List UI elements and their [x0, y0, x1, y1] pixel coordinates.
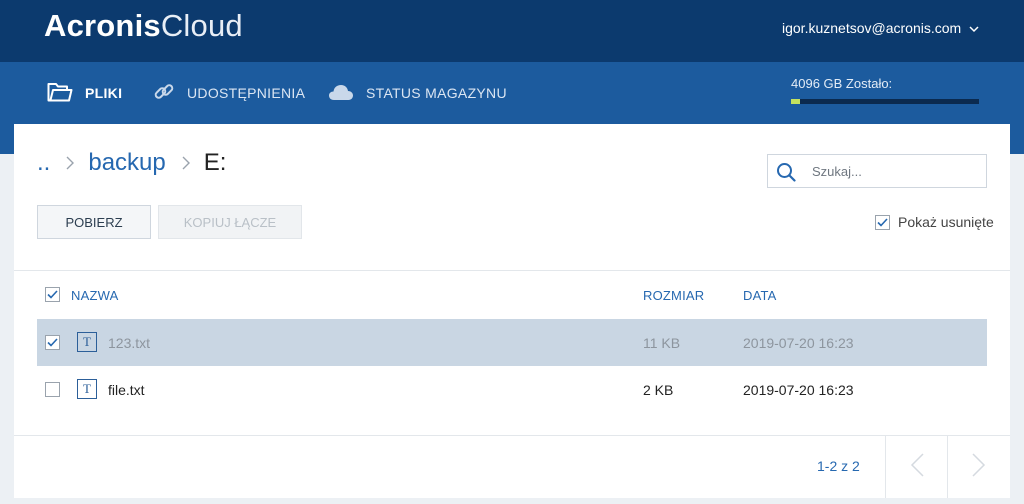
- chevron-down-icon[interactable]: [968, 22, 980, 34]
- logo-product: Cloud: [160, 8, 243, 43]
- chevron-left-icon: [910, 452, 924, 482]
- acronis-cloud-logo[interactable]: AcronisCloud: [44, 8, 243, 44]
- chevron-right-icon: [182, 156, 190, 170]
- previous-page-button[interactable]: [886, 436, 948, 498]
- table-row[interactable]: T file.txt 2 KB 2019-07-20 16:23: [37, 366, 987, 413]
- breadcrumb-parent[interactable]: ..: [37, 149, 50, 177]
- divider: [14, 435, 1010, 436]
- file-name[interactable]: 123.txt: [108, 335, 150, 351]
- file-date: 2019-07-20 16:23: [743, 335, 854, 351]
- show-deleted-checkbox[interactable]: [875, 214, 890, 230]
- show-deleted-toggle[interactable]: Pokaż usunięte: [875, 214, 994, 230]
- chevron-right-icon: [66, 156, 75, 170]
- file-size: 11 KB: [643, 335, 681, 351]
- column-header-size[interactable]: ROZMIAR: [643, 288, 704, 303]
- logo-brand: Acronis: [44, 8, 161, 43]
- breadcrumb-backup[interactable]: backup: [88, 149, 165, 177]
- file-size: 2 KB: [643, 382, 674, 398]
- storage-remaining-label: 4096 GB Zostało:: [791, 76, 893, 91]
- tab-shares[interactable]: UDOSTĘPNIENIA: [153, 62, 305, 124]
- top-header: AcronisCloud igor.kuznetsov@acronis.com: [0, 0, 1024, 62]
- cloud-icon: [328, 83, 366, 104]
- divider: [14, 270, 1010, 271]
- breadcrumb-current: E:: [203, 149, 227, 176]
- breadcrumb: .. backup E:: [37, 146, 226, 180]
- checkmark-icon: [47, 290, 58, 299]
- tab-shares-label: UDOSTĘPNIENIA: [187, 85, 306, 101]
- user-email[interactable]: igor.kuznetsov@acronis.com: [782, 20, 961, 36]
- tab-storage-label: STATUS MAGAZYNU: [366, 85, 507, 101]
- folder-icon: [47, 82, 85, 105]
- table-row[interactable]: T 123.txt 11 KB 2019-07-20 16:23: [37, 319, 987, 366]
- search-box[interactable]: [767, 154, 987, 188]
- checkmark-icon: [47, 338, 58, 347]
- download-button[interactable]: POBIERZ: [37, 205, 151, 239]
- main-nav: PLIKI UDOSTĘPNIENIA STATUS MAGAZYNU 4096…: [0, 62, 1024, 124]
- file-date: 2019-07-20 16:23: [743, 382, 854, 398]
- file-name[interactable]: file.txt: [108, 382, 145, 398]
- search-input[interactable]: [812, 161, 980, 181]
- column-header-date[interactable]: DATA: [743, 288, 777, 303]
- row-checkbox[interactable]: [45, 335, 60, 350]
- show-deleted-label: Pokaż usunięte: [898, 214, 994, 230]
- select-all-checkbox[interactable]: [45, 287, 60, 302]
- tab-files-label: PLIKI: [85, 85, 123, 101]
- pagination-info: 1-2 z 2: [817, 458, 860, 474]
- row-checkbox[interactable]: [45, 382, 60, 397]
- tab-storage-status[interactable]: STATUS MAGAZYNU: [328, 62, 507, 124]
- checkmark-icon: [877, 217, 888, 227]
- next-page-button[interactable]: [948, 436, 1010, 498]
- table-header: NAZWA ROZMIAR DATA: [37, 272, 987, 318]
- chevron-right-icon: [972, 452, 986, 482]
- link-icon: [153, 81, 187, 106]
- file-browser-panel: .. backup E: POBIERZ KOPIUJ ŁĄCZE Pokaż …: [14, 124, 1010, 498]
- storage-usage-bar: [791, 99, 979, 104]
- text-file-icon: T: [77, 379, 97, 399]
- column-header-name[interactable]: NAZWA: [71, 288, 118, 303]
- tab-files[interactable]: PLIKI: [47, 62, 122, 124]
- text-file-icon: T: [77, 332, 97, 352]
- storage-usage-fill: [791, 99, 801, 104]
- copy-link-button[interactable]: KOPIUJ ŁĄCZE: [158, 205, 302, 239]
